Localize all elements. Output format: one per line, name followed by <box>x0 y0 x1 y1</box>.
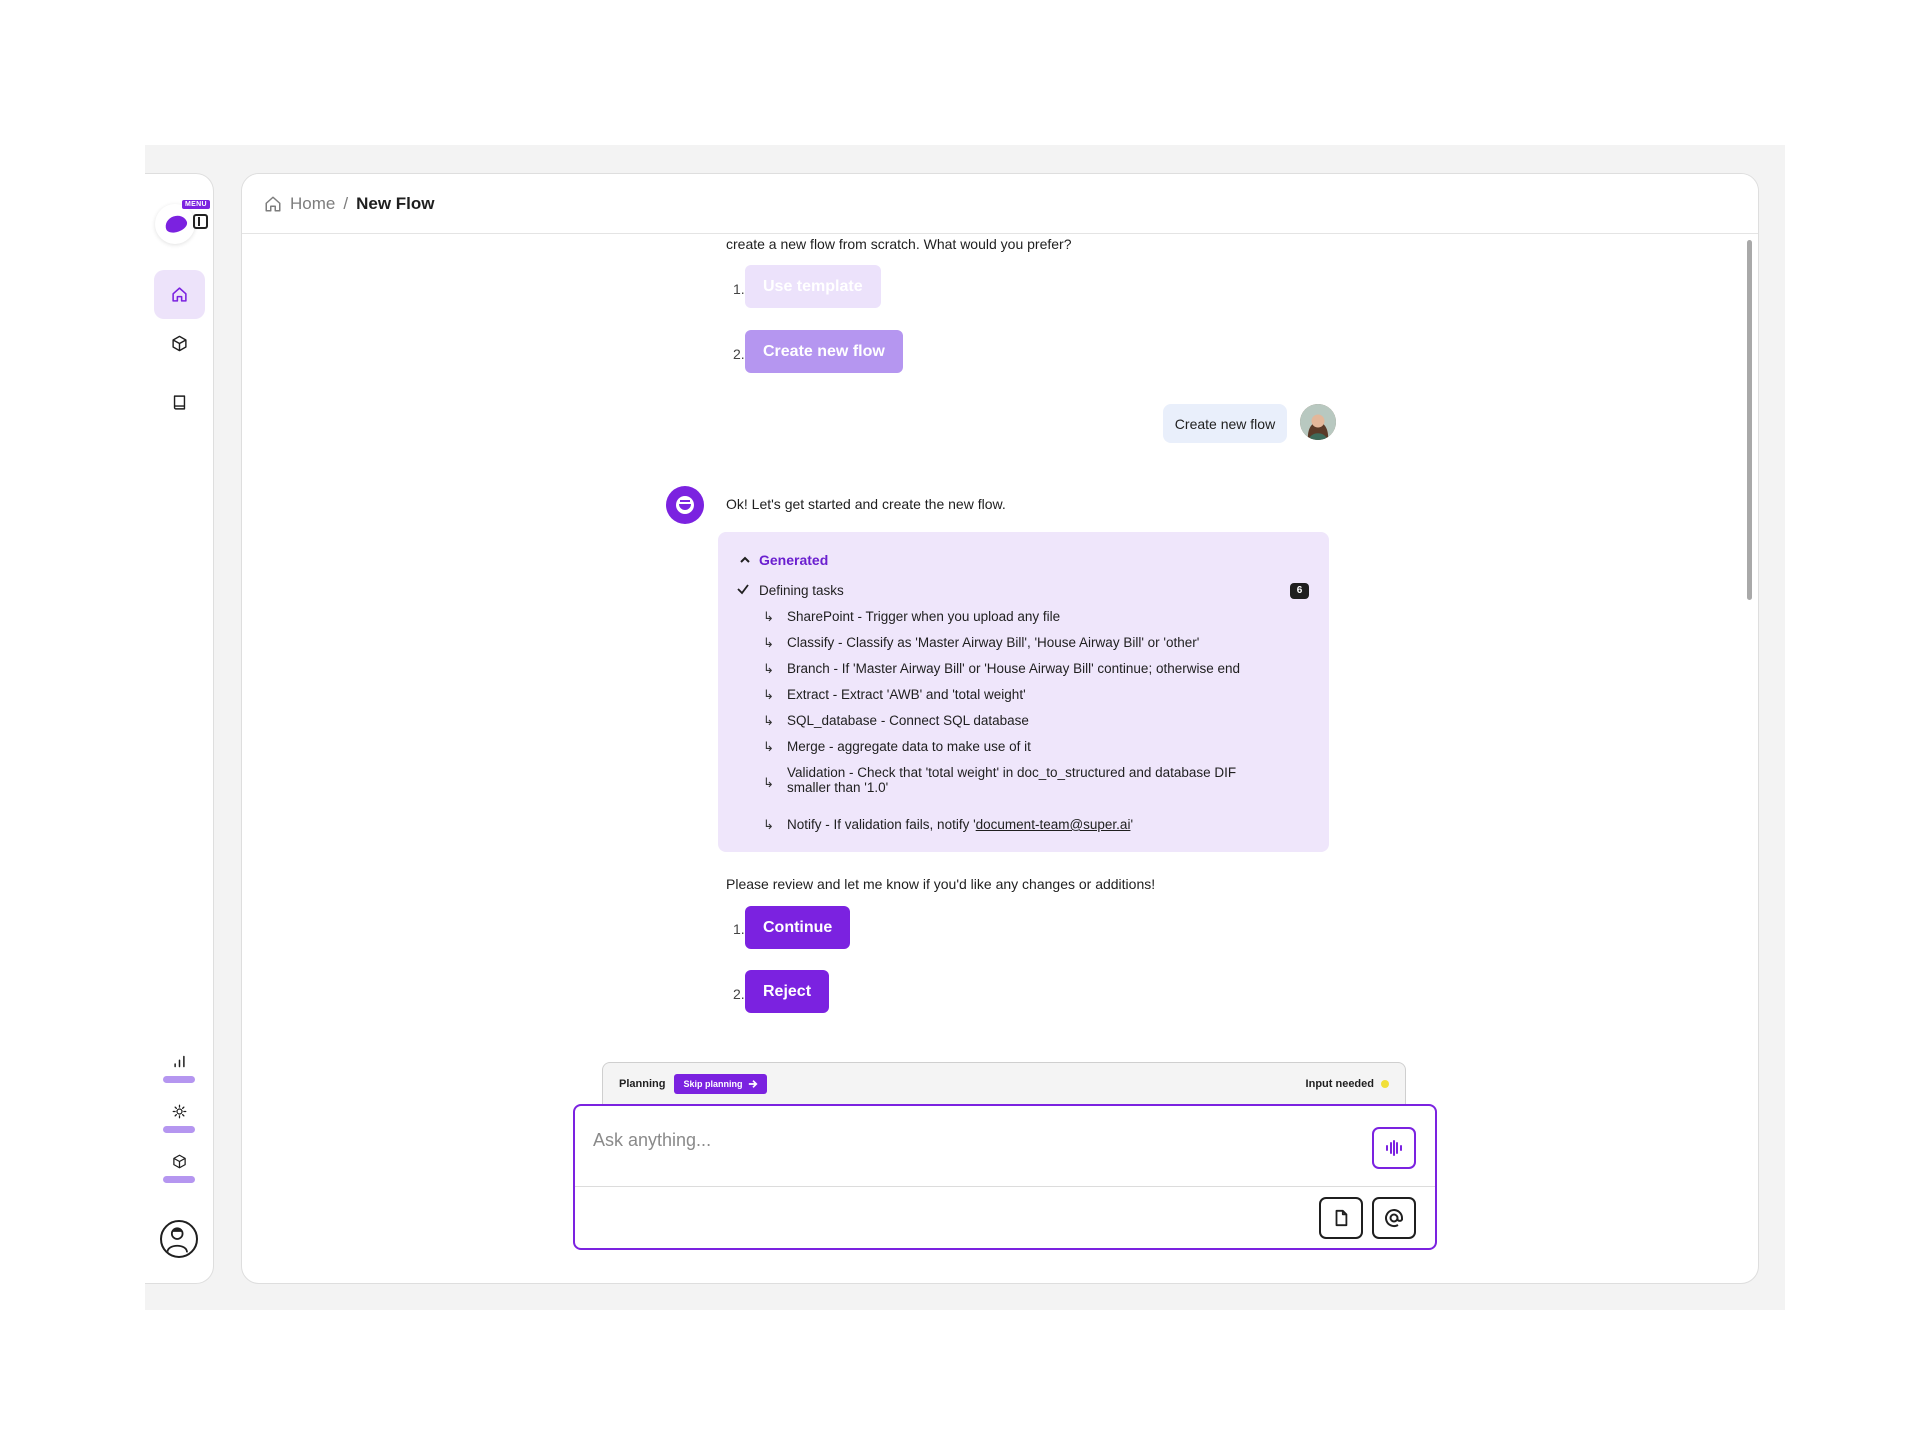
task-text: Extract - Extract 'AWB' and 'total weigh… <box>787 687 1026 702</box>
task-text-part: ' <box>1130 817 1134 832</box>
reject-button[interactable]: Reject <box>745 970 830 1013</box>
status-dot <box>1381 1079 1389 1088</box>
logo[interactable]: MENU <box>155 200 210 246</box>
mention-button[interactable] <box>1372 1197 1416 1239</box>
voice-input-button[interactable] <box>1372 1127 1416 1169</box>
main-panel: Home / New Flow create a new flow from s… <box>241 173 1759 1284</box>
task-item: ↳ Merge - aggregate data to make use of i… <box>763 739 1031 755</box>
status-label: Input needed <box>1305 1077 1374 1090</box>
subitem-arrow-icon: ↳ <box>763 817 774 832</box>
create-new-flow-button[interactable]: Create new flow <box>745 330 903 373</box>
home-icon <box>172 287 187 302</box>
sidebar-item-theme[interactable] <box>162 1104 196 1133</box>
user-message-avatar <box>1300 404 1336 440</box>
breadcrumb-separator: / <box>343 193 349 213</box>
skip-planning-label: Skip planning <box>683 1078 743 1089</box>
task-text-line: smaller than '1.0' <box>787 780 889 795</box>
file-icon <box>1335 1209 1348 1227</box>
option-number: 2. <box>733 986 745 1002</box>
subitem-arrow-icon: ↳ <box>763 635 774 650</box>
subitem-arrow-icon: ↳ <box>763 739 774 754</box>
task-section: Defining tasks <box>737 583 844 598</box>
task-section-label: Defining tasks <box>759 583 844 598</box>
breadcrumb: Home / New Flow <box>242 174 1758 234</box>
planning-bar: Planning Skip planning Input needed <box>602 1062 1406 1104</box>
task-text: Classify - Classify as 'Master Airway Bi… <box>787 635 1200 650</box>
task-item: ↳ Notify - If validation fails, notify 'd… <box>763 817 1133 833</box>
task-item: ↳ Validation - Check that 'total weight'… <box>763 765 1236 795</box>
task-item: ↳ Classify - Classify as 'Master Airway B… <box>763 635 1199 651</box>
sidebar-toggle-icon[interactable] <box>193 214 208 229</box>
sidebar-item-packages[interactable] <box>162 1154 196 1183</box>
attach-file-button[interactable] <box>1319 1197 1363 1239</box>
arrow-right-icon <box>749 1079 758 1088</box>
generated-title: Generated <box>759 552 829 568</box>
continue-button[interactable]: Continue <box>745 906 851 949</box>
sun-icon <box>172 1104 186 1119</box>
book-icon <box>173 395 186 410</box>
check-icon <box>737 584 749 595</box>
cube-icon <box>172 335 187 352</box>
user-icon <box>166 1227 188 1253</box>
task-item: ↳ Extract - Extract 'AWB' and 'total weig… <box>763 687 1026 703</box>
at-sign-icon <box>1385 1209 1403 1228</box>
home-icon[interactable] <box>264 195 282 213</box>
sidebar-item-home[interactable] <box>154 270 205 319</box>
waveform-icon <box>1386 1140 1402 1156</box>
task-item: ↳ Branch - If 'Master Airway Bill' or 'Ho… <box>763 661 1240 677</box>
chevron-up-icon <box>740 556 750 563</box>
task-text: Notify - If validation fails, notify 'do… <box>787 817 1133 832</box>
task-text: SQL_database - Connect SQL database <box>787 713 1029 728</box>
assistant-face-icon <box>676 496 694 514</box>
user-avatar[interactable] <box>160 1220 198 1258</box>
subitem-arrow-icon: ↳ <box>763 661 774 676</box>
generated-toggle[interactable]: Generated <box>739 552 828 568</box>
task-text: SharePoint - Trigger when you upload any… <box>787 609 1061 624</box>
subitem-arrow-icon: ↳ <box>763 775 774 790</box>
bot-message: Ok! Let's get started and create the new… <box>726 496 1006 512</box>
option-number: 2. <box>733 346 745 362</box>
option-number: 1. <box>733 921 745 937</box>
bar-chart-icon <box>173 1055 185 1068</box>
packages-indicator <box>163 1176 195 1183</box>
subitem-arrow-icon: ↳ <box>763 609 774 624</box>
task-text: Branch - If 'Master Airway Bill' or 'Hou… <box>787 661 1240 676</box>
planning-label: Planning <box>619 1077 666 1090</box>
subitem-arrow-icon: ↳ <box>763 713 774 728</box>
sidebar: MENU <box>145 173 214 1284</box>
bot-message-intro: create a new flow from scratch. What wou… <box>726 236 1072 252</box>
sidebar-item-docs[interactable] <box>154 378 205 427</box>
task-text-part: Notify - If validation fails, notify ' <box>787 817 976 832</box>
cube-icon <box>172 1154 186 1169</box>
chat-input[interactable] <box>593 1130 1333 1151</box>
email-link[interactable]: document-team@super.ai <box>976 817 1131 832</box>
task-text: Merge - aggregate data to make use of it <box>787 739 1031 754</box>
sidebar-item-flows[interactable] <box>154 319 205 368</box>
analytics-indicator <box>163 1076 195 1083</box>
status-indicator: Input needed <box>1306 1078 1389 1090</box>
task-text: Validation - Check that 'total weight' i… <box>787 765 1236 795</box>
review-message: Please review and let me know if you'd l… <box>726 876 1156 892</box>
task-count-badge: 6 <box>1290 583 1309 599</box>
sidebar-item-analytics[interactable] <box>162 1054 196 1083</box>
task-item: ↳ SharePoint - Trigger when you upload an… <box>763 609 1060 625</box>
composer-divider <box>575 1186 1435 1187</box>
user-message: Create new flow <box>1163 404 1287 443</box>
menu-badge: MENU <box>182 200 210 209</box>
skip-planning-button[interactable]: Skip planning <box>674 1073 768 1094</box>
option-number: 1. <box>733 281 745 297</box>
assistant-avatar <box>666 486 704 524</box>
task-item: ↳ SQL_database - Connect SQL database <box>763 713 1029 729</box>
person-photo-icon <box>1300 404 1336 440</box>
use-template-button[interactable]: Use template <box>745 265 881 308</box>
breadcrumb-current: New Flow <box>356 193 435 213</box>
composer <box>573 1104 1437 1250</box>
theme-indicator <box>163 1126 195 1133</box>
breadcrumb-home[interactable]: Home <box>290 194 335 214</box>
generated-panel: Generated Defining tasks 6 ↳ SharePoint -… <box>718 532 1329 852</box>
subitem-arrow-icon: ↳ <box>763 687 774 702</box>
task-text-line: Validation - Check that 'total weight' i… <box>787 765 1237 780</box>
